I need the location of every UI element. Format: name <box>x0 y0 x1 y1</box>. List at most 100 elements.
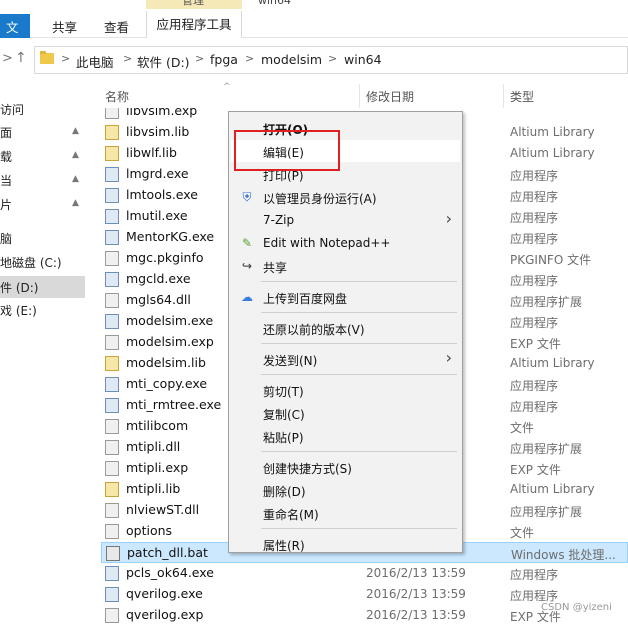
column-divider[interactable] <box>503 84 504 108</box>
nav-item-drive-e[interactable]: 戏 (E:) <box>0 302 37 324</box>
context-menu-item[interactable]: 剪切(T) <box>231 379 460 401</box>
context-menu-item[interactable]: 发送到(N) › <box>231 348 460 370</box>
file-name: modelsim.exp <box>126 334 214 349</box>
tab-app-tools[interactable]: 应用程序工具 <box>146 11 242 38</box>
nav-item-quick-access[interactable]: 访问 <box>0 101 24 123</box>
chevron-right-icon: > <box>245 52 255 65</box>
file-dll-icon <box>105 251 119 266</box>
file-name: mgcld.exe <box>126 271 191 286</box>
file-type: Windows 批处理... <box>511 548 616 562</box>
file-bat-icon <box>106 546 120 561</box>
file-type: EXP 文件 <box>510 463 561 477</box>
context-menu-label: 删除(D) <box>263 485 306 499</box>
tab-file[interactable]: 文件 <box>0 14 30 54</box>
tab-share[interactable]: 共享 <box>52 14 77 38</box>
context-menu-item[interactable]: 属性(R) <box>231 533 460 555</box>
context-menu-item[interactable]: ☁ 上传到百度网盘 <box>231 286 460 308</box>
file-lib-icon <box>105 125 119 140</box>
file-name: modelsim.lib <box>126 355 206 370</box>
pin-icon: ▲ <box>72 150 79 160</box>
chevron-right-icon: > <box>61 52 71 65</box>
file-name: mtipli.dll <box>126 439 181 454</box>
context-menu: 打开(O) 编辑(E) 打印(P) ⛨ 以管理员身份运行(A) 7-Zip › ✎ Edit w… <box>228 111 463 553</box>
nav-item-label: 片 <box>0 198 13 212</box>
breadcrumb-win64[interactable]: win64 <box>344 52 382 67</box>
file-name: patch_dll.bat <box>127 545 208 560</box>
file-type: 文件 <box>510 421 535 435</box>
file-exe-icon <box>105 188 119 203</box>
file-name: mtipli.lib <box>126 481 181 496</box>
file-exe-icon <box>105 272 119 287</box>
context-menu-item[interactable]: 粘贴(P) <box>231 425 460 447</box>
back-arrow-icon[interactable]: > <box>2 51 13 66</box>
file-name: mgc.pkginfo <box>126 250 204 265</box>
column-header-row: ^ 名称 修改日期 类型 <box>95 82 628 108</box>
ribbon: 管理 win64 文件 共享 查看 应用程序工具 <box>0 0 628 54</box>
breadcrumb-drive-d[interactable]: 软件 (D:) <box>137 52 190 71</box>
nav-item-pictures[interactable]: 片 ▲ <box>0 196 79 218</box>
context-menu-label: 重命名(M) <box>263 508 319 522</box>
sort-caret-icon: ^ <box>223 82 231 92</box>
column-header-type[interactable]: 类型 <box>510 88 534 105</box>
file-row[interactable]: pcls_ok64.exe 2016/2/13 13:59 应用程序 <box>101 563 628 584</box>
context-menu-item[interactable]: 重命名(M) <box>231 502 460 524</box>
breadcrumb-this-pc[interactable]: 此电脑 <box>76 52 114 71</box>
context-menu-label: 共享 <box>263 261 288 275</box>
file-exe-icon <box>105 230 119 245</box>
context-menu-item[interactable]: 删除(D) <box>231 479 460 501</box>
menu-separator <box>261 528 457 529</box>
nav-item-drive-d[interactable]: 件 (D:) <box>0 276 85 298</box>
context-menu-item[interactable]: 复制(C) <box>231 402 460 424</box>
context-menu-label: 创建快捷方式(S) <box>263 462 352 476</box>
file-name: qverilog.exe <box>126 586 203 601</box>
file-exe-icon <box>105 314 119 329</box>
chevron-right-icon: › <box>445 348 452 367</box>
file-exe-icon <box>105 209 119 224</box>
nav-item-downloads[interactable]: 载 ▲ <box>0 148 79 170</box>
breadcrumb-fpga[interactable]: fpga <box>210 52 238 67</box>
file-name: libvsim.exp <box>126 108 198 118</box>
file-type: 应用程序扩展 <box>510 505 583 519</box>
context-menu-item[interactable]: ✎ Edit with Notepad++ <box>231 232 460 254</box>
window-title: win64 <box>258 0 292 7</box>
file-dll-icon <box>105 524 119 539</box>
address-bar[interactable]: > 此电脑 > 软件 (D:) > fpga > modelsim > win6… <box>34 46 628 74</box>
context-menu-item[interactable]: 还原以前的版本(V) <box>231 317 460 339</box>
file-dll-icon <box>105 419 119 434</box>
context-menu-item[interactable]: ⛨ 以管理员身份运行(A) <box>231 186 460 208</box>
file-type: 应用程序 <box>510 169 559 183</box>
file-exe-icon <box>105 587 119 602</box>
navigation-pane: 访问 面 ▲ 载 ▲ 当 ▲ 片 ▲ 脑 地磁盘 (C:) 件 (D:) 戏 (E:) <box>0 80 90 626</box>
nav-item-desktop[interactable]: 面 ▲ <box>0 124 79 146</box>
file-name: qverilog.exp <box>126 607 204 622</box>
file-date: 2016/2/13 13:59 <box>366 566 466 580</box>
file-type: 应用程序扩展 <box>510 442 583 456</box>
file-lib-icon <box>105 482 119 497</box>
nav-item-this-pc[interactable]: 脑 <box>0 230 12 252</box>
file-exe-icon <box>105 377 119 392</box>
menu-separator <box>261 451 457 452</box>
column-header-date[interactable]: 修改日期 <box>366 88 414 105</box>
nav-item-documents[interactable]: 当 ▲ <box>0 172 79 194</box>
pin-icon: ▲ <box>72 126 79 136</box>
file-exe-icon <box>105 398 119 413</box>
file-date: 2016/2/13 13:59 <box>366 608 466 622</box>
up-arrow-icon[interactable]: ↑ <box>15 50 27 66</box>
breadcrumb-modelsim[interactable]: modelsim <box>261 52 322 67</box>
nav-item-label: 访问 <box>0 103 25 117</box>
file-dll-icon <box>105 440 119 455</box>
file-type: Altium Library <box>510 356 595 370</box>
file-type: 应用程序扩展 <box>510 295 583 309</box>
context-menu-item[interactable]: ↪ 共享 <box>231 255 460 277</box>
column-header-name[interactable]: 名称 <box>105 88 129 105</box>
file-type: 应用程序 <box>510 232 559 246</box>
context-menu-item[interactable]: 创建快捷方式(S) <box>231 456 460 478</box>
file-name: mti_rmtree.exe <box>126 397 222 412</box>
nav-item-drive-c[interactable]: 地磁盘 (C:) <box>0 254 62 276</box>
menu-separator <box>261 374 457 375</box>
column-divider[interactable] <box>359 84 360 108</box>
context-menu-label: 发送到(N) <box>263 354 318 368</box>
chevron-right-icon: > <box>123 52 133 65</box>
context-menu-item[interactable]: 7-Zip › <box>231 209 460 231</box>
tab-view[interactable]: 查看 <box>104 14 129 38</box>
